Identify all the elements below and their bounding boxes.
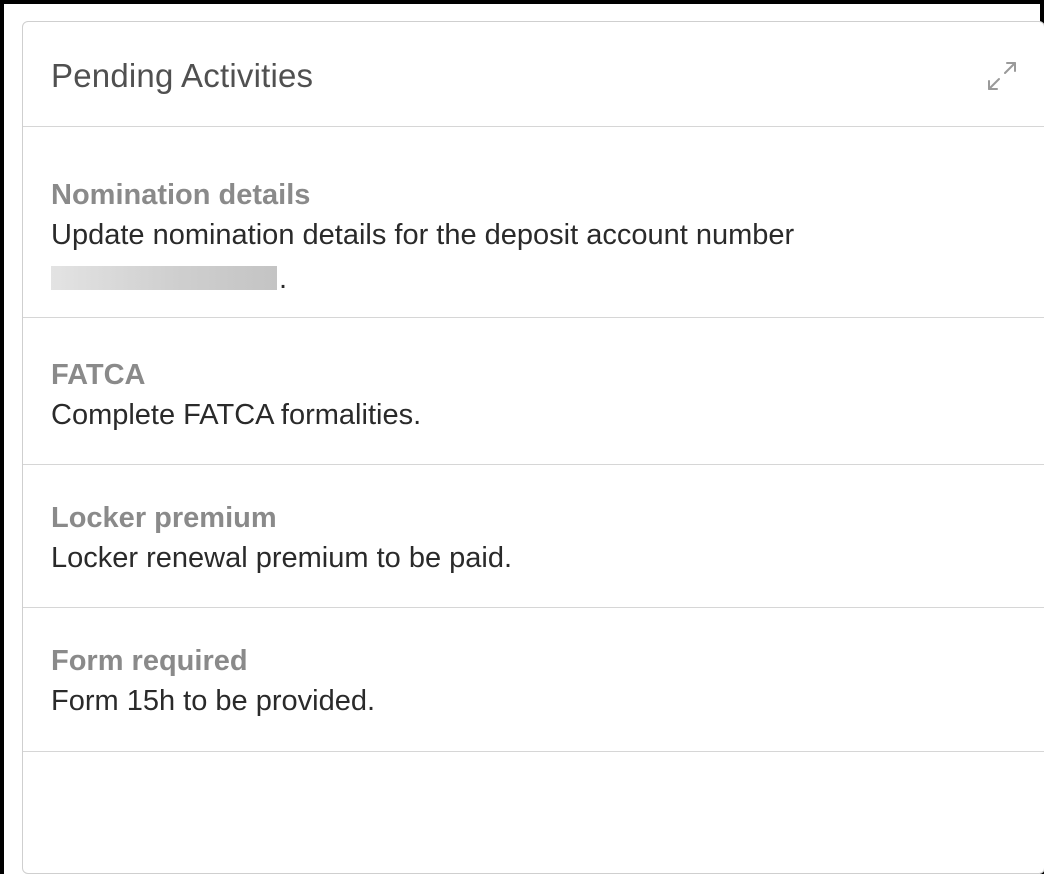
description-suffix: .	[279, 263, 288, 295]
activity-item-locker-premium[interactable]: Locker premium Locker renewal premium to…	[23, 465, 1044, 608]
activity-description-text: Update nomination details for the deposi…	[51, 219, 795, 251]
activity-item-nomination[interactable]: Nomination details Update nomination det…	[23, 127, 1044, 318]
expand-icon[interactable]	[984, 58, 1020, 94]
activity-title: FATCA	[51, 359, 146, 391]
activity-description: Locker renewal premium to be paid.	[51, 542, 513, 574]
masked-account-line: .	[51, 257, 1016, 301]
activity-description: Update nomination details for the deposi…	[51, 213, 1016, 301]
screenshot-frame: Pending Activities Nomination details Up…	[0, 0, 1044, 874]
activity-item-fatca[interactable]: FATCA Complete FATCA formalities.	[23, 318, 1044, 465]
activity-title: Nomination details	[51, 179, 311, 211]
masked-account-number	[51, 266, 277, 291]
activity-item-form-required[interactable]: Form required Form 15h to be provided.	[23, 608, 1044, 752]
activity-title: Locker premium	[51, 502, 277, 534]
activity-title: Form required	[51, 645, 248, 677]
activity-description: Form 15h to be provided.	[51, 685, 376, 717]
pending-activities-card: Pending Activities Nomination details Up…	[22, 21, 1044, 874]
card-header: Pending Activities	[23, 22, 1044, 127]
activity-description: Complete FATCA formalities.	[51, 399, 422, 431]
card-title: Pending Activities	[51, 57, 314, 94]
